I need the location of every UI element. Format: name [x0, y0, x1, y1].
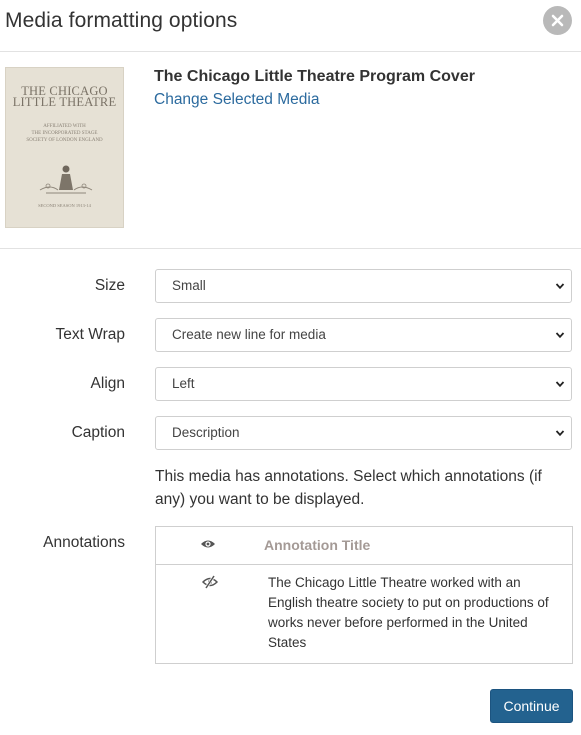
size-select[interactable]: Small	[155, 269, 572, 303]
media-title: The Chicago Little Theatre Program Cover	[154, 68, 475, 85]
thumbnail-line: AFFILIATED WITH	[43, 124, 86, 129]
size-label: Size	[94, 277, 125, 294]
annotation-text: The Chicago Little Theatre worked with a…	[268, 575, 549, 650]
thumbnail-line: LITTLE THEATRE	[12, 95, 117, 109]
caption-select-value: Description	[172, 425, 240, 440]
caption-select[interactable]: Description	[155, 416, 572, 450]
continue-button[interactable]: Continue	[490, 689, 573, 723]
chevron-down-icon	[555, 430, 565, 437]
dialog-title: Media formatting options	[5, 9, 238, 32]
thumbnail-line: SOCIETY OF LONDON ENGLAND	[26, 138, 103, 143]
close-button[interactable]	[543, 6, 572, 35]
thumbnail-illustration	[39, 165, 93, 194]
caption-label: Caption	[71, 424, 125, 441]
eye-icon[interactable]	[200, 538, 216, 550]
size-select-value: Small	[172, 278, 206, 293]
align-select[interactable]: Left	[155, 367, 572, 401]
align-select-value: Left	[172, 376, 195, 391]
chevron-down-icon	[555, 381, 565, 388]
eye-slash-icon[interactable]	[202, 575, 218, 589]
annotations-table: Annotation Title The Chicago Little Thea…	[155, 526, 573, 664]
text-wrap-select[interactable]: Create new line for media	[155, 318, 572, 352]
annotations-label: Annotations	[43, 534, 125, 551]
thumbnail-footer-text: SECOND SEASON 1913-14	[38, 203, 91, 208]
chevron-down-icon	[555, 283, 565, 290]
annotation-title-header: Annotation Title	[264, 537, 371, 553]
chevron-down-icon	[555, 332, 565, 339]
text-wrap-label: Text Wrap	[55, 326, 126, 343]
thumbnail-heading: THE CHICAGO LITTLE THEATRE	[6, 85, 123, 109]
annotations-note: This media has annotations. Select which…	[155, 468, 542, 508]
annotations-table-header: Annotation Title	[156, 527, 572, 565]
align-label: Align	[90, 375, 125, 392]
text-wrap-select-value: Create new line for media	[172, 327, 326, 342]
thumbnail-subheading: AFFILIATED WITH THE INCORPORATED STAGE S…	[6, 123, 123, 144]
thumbnail-line: THE INCORPORATED STAGE	[31, 131, 98, 136]
media-thumbnail: THE CHICAGO LITTLE THEATRE AFFILIATED WI…	[5, 67, 124, 228]
close-icon	[551, 14, 564, 27]
dialog-header: Media formatting options	[0, 0, 581, 52]
selected-media: THE CHICAGO LITTLE THEATRE AFFILIATED WI…	[0, 52, 581, 249]
change-selected-media-link[interactable]: Change Selected Media	[154, 91, 319, 109]
